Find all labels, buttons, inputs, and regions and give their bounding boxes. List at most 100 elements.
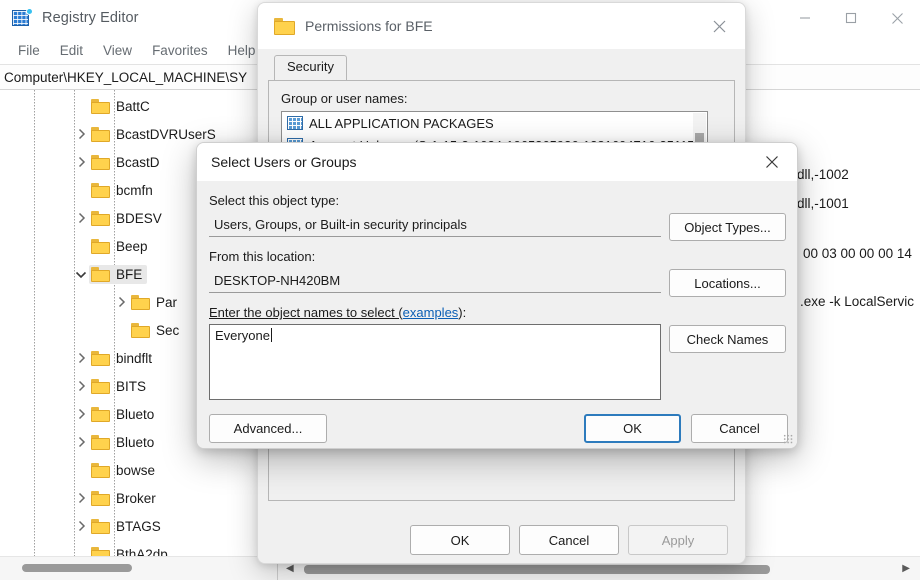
tree-item-content[interactable]: BcastDVRUserS [89,125,221,144]
scroll-right-arrow-icon[interactable]: ▶ [902,563,910,574]
tree-item-label: Blueto [116,434,155,450]
page-title: Registry Editor [42,10,139,26]
registry-icon [12,8,33,28]
close-icon[interactable] [701,11,737,41]
close-icon[interactable] [874,0,920,36]
folder-icon [91,518,110,534]
tree-item-content[interactable]: Blueto [89,405,159,424]
tree-item-label: Broker [116,490,156,506]
chevron-right-icon[interactable] [73,434,89,450]
tree-item-label: Blueto [116,406,155,422]
folder-icon [91,378,110,394]
resize-grip[interactable] [783,434,793,444]
tree-item-content[interactable]: bcmfn [89,181,158,200]
object-types-button[interactable]: Object Types... [669,213,786,241]
select-users-dialog: Select Users or Groups Select this objec… [196,142,798,449]
ok-button[interactable]: OK [410,525,510,555]
text-caret [270,328,272,342]
folder-icon [91,546,110,556]
from-location-label: From this location: [209,249,316,264]
check-names-button[interactable]: Check Names [669,325,786,353]
tree-item-btha2dp[interactable]: BthA2dp [0,540,277,556]
chevron-right-icon[interactable] [73,406,89,422]
folder-icon [91,210,110,226]
locations-button[interactable]: Locations... [669,269,786,297]
scrollbar-thumb[interactable] [22,564,132,572]
chevron-right-icon[interactable] [113,294,129,310]
tree-item-content[interactable]: BITS [89,377,151,396]
tab-strip: Security [268,55,735,81]
tree-item-content[interactable]: Blueto [89,433,159,452]
chevron-down-icon[interactable] [73,266,89,282]
tree-item-content[interactable]: BattC [89,97,155,116]
menu-item-view[interactable]: View [93,40,142,61]
advanced-button[interactable]: Advanced... [209,414,327,443]
menu-item-edit[interactable]: Edit [50,40,93,61]
examples-link[interactable]: examples [403,305,459,320]
ok-button[interactable]: OK [584,414,681,443]
folder-icon [91,406,110,422]
tree-item-battc[interactable]: BattC [0,92,277,120]
enter-names-label-pre: Enter the object names to select ( [209,305,403,320]
permissions-dialog-title: Permissions for BFE [305,18,433,34]
chevron-right-icon[interactable] [73,490,89,506]
tree-item-label: BTAGS [116,518,161,534]
group-or-user-names-label: Group or user names: [281,91,408,106]
tree-item-content[interactable]: BcastD [89,153,165,172]
tree-horizontal-scrollbar[interactable] [0,556,277,580]
tree-item-content[interactable]: Sec [129,321,184,340]
object-type-value: Users, Groups, or Built-in security prin… [214,216,467,232]
from-location-field[interactable]: DESKTOP-NH420BM [209,268,661,293]
tree-item-content[interactable]: bowse [89,461,160,480]
chevron-right-icon[interactable] [73,378,89,394]
registry-value-text: dll,-1002 [797,167,849,182]
scroll-left-arrow-icon[interactable]: ◀ [286,563,294,574]
chevron-right-icon[interactable] [73,518,89,534]
tree-item-bowse[interactable]: bowse [0,456,277,484]
folder-icon [91,238,110,254]
cancel-button[interactable]: Cancel [519,525,619,555]
object-names-input[interactable]: Everyone [209,324,661,400]
chevron-right-icon[interactable] [73,154,89,170]
folder-icon [91,126,110,142]
maximize-icon[interactable] [828,0,874,36]
registry-value-text: 00 03 00 00 00 14 [803,246,912,261]
tree-item-content[interactable]: Par [129,293,182,312]
object-type-label: Select this object type: [209,193,340,208]
folder-icon [91,98,110,114]
menu-item-file[interactable]: File [8,40,50,61]
object-type-field[interactable]: Users, Groups, or Built-in security prin… [209,212,661,237]
tree-item-content[interactable]: BDESV [89,209,167,228]
minimize-icon[interactable] [782,0,828,36]
folder-icon [91,266,110,282]
chevron-right-icon[interactable] [73,350,89,366]
scrollbar-thumb[interactable] [304,565,770,574]
tree-item-content[interactable]: Broker [89,489,161,508]
tree-item-content[interactable]: BTAGS [89,517,166,536]
tree-item-label: bowse [116,462,156,478]
list-item[interactable]: ALL APPLICATION PACKAGES [282,112,707,134]
tree-item-label: BDESV [116,210,162,226]
tree-item-content[interactable]: bindflt [89,349,157,368]
select-users-body: Select this object type: Users, Groups, … [197,181,797,448]
tree-item-content[interactable]: BthA2dp [89,545,173,556]
chevron-right-icon[interactable] [73,126,89,142]
tree-item-content[interactable]: Beep [89,237,153,256]
registry-value-text: .exe -k LocalServic [800,294,915,309]
select-users-dialog-title: Select Users or Groups [211,154,357,170]
app-package-icon [287,116,303,130]
enter-names-label: Enter the object names to select (exampl… [209,305,466,320]
tree-item-broker[interactable]: Broker [0,484,277,512]
menu-item-favorites[interactable]: Favorites [142,40,218,61]
object-names-value: Everyone [215,328,270,343]
close-icon[interactable] [753,148,791,176]
address-text: Computer\HKEY_LOCAL_MACHINE\SY [4,69,248,85]
tab-security[interactable]: Security [274,55,347,81]
tree-item-btags[interactable]: BTAGS [0,512,277,540]
cancel-button[interactable]: Cancel [691,414,788,443]
permissions-dialog-titlebar: Permissions for BFE [258,3,745,49]
chevron-right-icon[interactable] [73,210,89,226]
folder-icon [91,490,110,506]
tree-item-content[interactable]: BFE [89,264,148,284]
